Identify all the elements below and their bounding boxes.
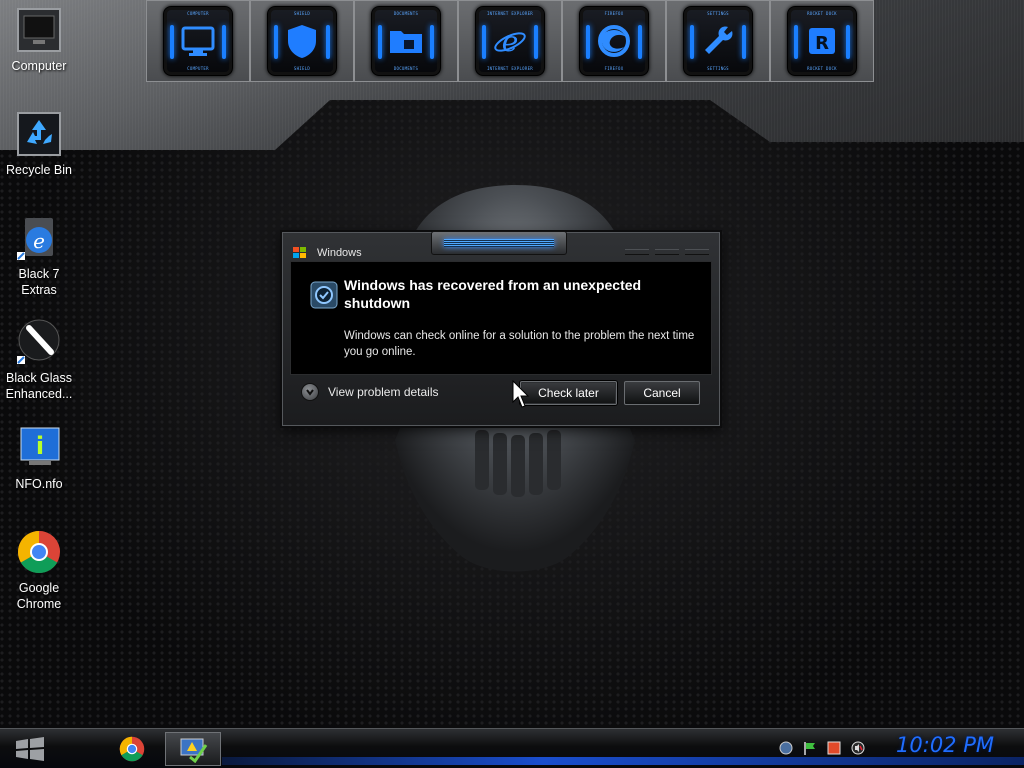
dock-tile: ROCKET DOCK R ROCKET DOCK [787, 6, 857, 76]
details-toggle-label: View problem details [328, 385, 439, 399]
volume-icon[interactable] [850, 740, 866, 756]
info-icon: i [20, 427, 60, 465]
dock-caption: COMPUTER [187, 11, 209, 16]
check-later-button[interactable]: Check later [520, 381, 617, 405]
desktop-icon-nfo[interactable]: i NFO.nfo [0, 424, 78, 492]
chrome-icon [119, 736, 145, 762]
dock-item-settings[interactable]: SETTINGS SETTINGS [666, 0, 770, 82]
desktop-icon-label: NFO.nfo [15, 477, 63, 491]
close-button[interactable] [685, 249, 709, 255]
dock-tile: FIREFOX FIREFOX [579, 6, 649, 76]
dock-caption: DOCUMENTS [393, 11, 419, 16]
dialog-message: Windows can check online for a solution … [344, 330, 695, 358]
firefox-icon [598, 25, 630, 57]
window-controls [625, 249, 709, 255]
taskbar: 10:02 PM [0, 728, 1024, 768]
ie-icon: e [494, 25, 526, 58]
chrome-icon [17, 531, 60, 574]
chevron-down-icon [301, 383, 319, 401]
system-tray [778, 740, 866, 756]
dock-caption: ROCKET DOCK [807, 11, 837, 16]
dock-tile: SETTINGS SETTINGS [683, 6, 753, 76]
dock-caption: SHIELD [293, 11, 311, 16]
taskbar-clock[interactable]: 10:02 PM [896, 733, 994, 757]
dock-caption: SETTINGS [707, 66, 729, 71]
desktop-icon-google-chrome[interactable]: Google Chrome [0, 528, 78, 612]
dock-tile: DOCUMENTS DOCUMENTS [371, 6, 441, 76]
windows-flag-icon [293, 247, 306, 258]
network-icon[interactable] [778, 740, 794, 756]
computer-icon [17, 8, 61, 52]
dock-item-documents[interactable]: DOCUMENTS DOCUMENTS [354, 0, 458, 82]
desktop-icon-label: Black 7 Extras [18, 267, 60, 297]
dialog-heading: Windows has recovered from an unexpected… [344, 277, 642, 311]
dialog-content-area: Windows has recovered from an unexpected… [290, 261, 712, 375]
windows-logo-icon [16, 737, 44, 761]
monitor-icon [181, 26, 215, 56]
dock-caption: FIREFOX [604, 66, 624, 71]
view-problem-details-toggle[interactable]: View problem details [301, 383, 439, 401]
taskbar-action-center-button[interactable] [165, 732, 221, 766]
dock-caption: FIREFOX [604, 11, 624, 16]
ie-shortcut-icon: e [17, 218, 53, 260]
cancel-button[interactable]: Cancel [624, 381, 700, 405]
desktop-icon-label: Google Chrome [16, 581, 62, 611]
folder-icon [390, 31, 422, 53]
desktop-icon-black-7-extras[interactable]: e Black 7 Extras [0, 214, 78, 298]
desktop-icon-label: Recycle Bin [6, 163, 72, 177]
dock-caption: SHIELD [293, 66, 311, 71]
dock-item-computer[interactable]: COMPUTER COMPUTER [146, 0, 250, 82]
app-tray-icon[interactable] [826, 740, 842, 756]
dock-item-shield[interactable]: SHIELD SHIELD [250, 0, 354, 82]
taskbar-chrome-button[interactable] [104, 732, 160, 766]
problem-reports-icon [180, 738, 208, 763]
desktop-icon-label: Black Glass Enhanced... [5, 371, 73, 401]
icon-dock: COMPUTER COMPUTER SHIELD SHIELD DOCUMENT… [146, 0, 874, 82]
dock-caption: ROCKET DOCK [807, 66, 837, 71]
shield-icon [288, 25, 316, 58]
dock-caption: DOCUMENTS [393, 66, 419, 71]
dock-tile: COMPUTER COMPUTER [163, 6, 233, 76]
mouse-cursor-icon [512, 380, 530, 408]
dock-item-internet-explorer[interactable]: INTERNET EXPLORER e INTERNET EXPLORER [458, 0, 562, 82]
desktop-icon-label: Computer [11, 59, 67, 73]
recycle-bin-icon [17, 112, 61, 156]
rocketdock-icon: R [809, 28, 835, 54]
dock-caption: INTERNET EXPLORER [486, 11, 534, 16]
dialog-title: Windows [317, 247, 362, 259]
maximize-button[interactable] [655, 249, 679, 255]
dock-item-rocket-dock[interactable]: ROCKET DOCK R ROCKET DOCK [770, 0, 874, 82]
desktop-icon-recycle-bin[interactable]: Recycle Bin [0, 110, 78, 178]
dock-caption: INTERNET EXPLORER [486, 66, 534, 71]
flag-icon[interactable] [802, 740, 818, 756]
desktop-icon-computer[interactable]: Computer [0, 6, 78, 74]
shutdown-recovery-dialog: Windows Windows has recovered from an un… [282, 231, 720, 426]
svg-text:e: e [502, 25, 519, 58]
wrench-icon [705, 26, 733, 54]
svg-text:R: R [815, 33, 829, 54]
dock-tile: SHIELD SHIELD [267, 6, 337, 76]
problem-report-icon [310, 281, 338, 309]
svg-text:i: i [36, 432, 44, 460]
start-button[interactable] [4, 733, 56, 765]
desktop-icon-black-glass-enhanced[interactable]: Black Glass Enhanced... [0, 318, 78, 402]
dock-item-firefox[interactable]: FIREFOX FIREFOX [562, 0, 666, 82]
dialog-title-grip[interactable] [431, 231, 567, 255]
minimize-button[interactable] [625, 249, 649, 255]
brush-icon [17, 319, 60, 364]
dock-caption: SETTINGS [707, 11, 729, 16]
taskbar-accent-strip [222, 757, 1024, 765]
svg-text:e: e [33, 229, 45, 253]
dock-tile: INTERNET EXPLORER e INTERNET EXPLORER [475, 6, 545, 76]
dock-caption: COMPUTER [187, 66, 209, 71]
